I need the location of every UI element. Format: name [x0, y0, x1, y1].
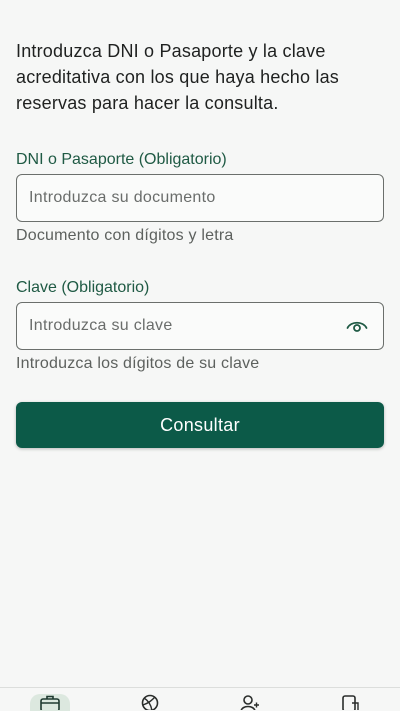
- eye-icon[interactable]: [343, 312, 371, 340]
- nav-item-ball[interactable]: [130, 694, 170, 711]
- password-field-label: Clave (Obligatorio): [16, 279, 150, 296]
- nav-item-user[interactable]: [230, 694, 270, 711]
- main-content: Introduzca DNI o Pasaporte y la clave ac…: [16, 38, 384, 448]
- password-input[interactable]: [29, 317, 343, 335]
- briefcase-icon: [40, 695, 60, 710]
- password-field-container[interactable]: [16, 302, 384, 350]
- document-field-label: DNI o Pasaporte (Obligatorio): [16, 151, 227, 168]
- document-field-helper: Documento con dígitos y letra: [16, 227, 234, 244]
- password-field-helper: Introduzca los dígitos de su clave: [16, 355, 260, 372]
- document-icon: [342, 695, 359, 710]
- consultar-button[interactable]: Consultar: [16, 402, 384, 448]
- nav-item-document[interactable]: [330, 694, 370, 711]
- document-field-container[interactable]: [16, 174, 384, 222]
- intro-text: Introduzca DNI o Pasaporte y la clave ac…: [16, 41, 340, 113]
- bottom-navigation: [0, 687, 400, 711]
- user-icon: [240, 695, 259, 710]
- ball-icon: [141, 694, 159, 710]
- nav-item-briefcase[interactable]: [30, 694, 70, 711]
- document-input[interactable]: [29, 189, 371, 207]
